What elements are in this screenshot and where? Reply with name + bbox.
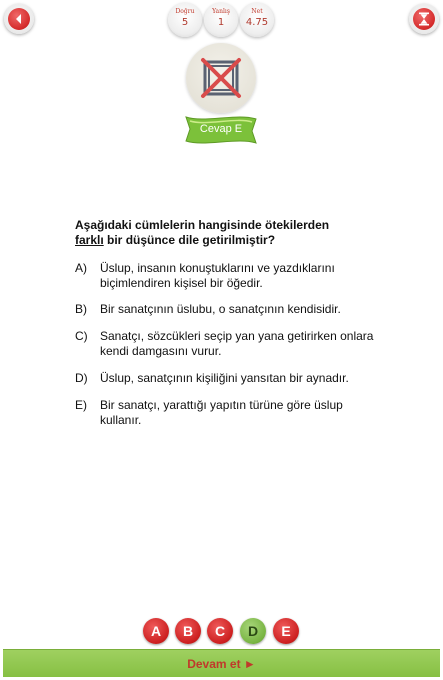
correct-label: Doğru	[175, 8, 195, 15]
option-letter: A)	[75, 261, 87, 275]
hourglass-icon	[413, 8, 435, 30]
net-score-badge: Net 4.75	[240, 3, 274, 37]
question-part2: bir düşünce dile getirilmiştir?	[103, 233, 276, 247]
option-d: D) Üslup, sanatçının kişiliğini yansıtan…	[75, 371, 375, 386]
wrong-cross-icon	[201, 58, 241, 98]
answer-button-b[interactable]: B	[175, 618, 201, 644]
result-badge	[186, 43, 256, 113]
back-arrow-icon	[8, 8, 30, 30]
question-text: Aşağıdaki cümlelerin hangisinde ötekiler…	[75, 218, 375, 248]
option-b: B) Bir sanatçının üslubu, o sanatçının k…	[75, 302, 375, 317]
question-part1: Aşağıdaki cümlelerin hangisinde ötekiler…	[75, 218, 330, 232]
option-e: E) Bir sanatçı, yarattığı yapıtın türüne…	[75, 398, 375, 428]
option-letter: E)	[75, 398, 87, 412]
wrong-value: 1	[217, 17, 225, 28]
option-text: Üslup, insanın konuştuklarını ve yazdıkl…	[100, 261, 335, 290]
option-text: Bir sanatçı, yarattığı yapıtın türüne gö…	[100, 398, 343, 427]
option-letter: C)	[75, 329, 88, 343]
question-underlined-word: farklı	[75, 233, 104, 247]
answer-button-a[interactable]: A	[143, 618, 169, 644]
answer-button-c[interactable]: C	[207, 618, 233, 644]
option-letter: B)	[75, 302, 87, 316]
net-value: 4.75	[245, 17, 269, 28]
correct-answer-label: Cevap E	[199, 123, 243, 135]
option-text: Bir sanatçının üslubu, o sanatçının kend…	[100, 302, 341, 316]
correct-answer-ribbon: Cevap E	[184, 115, 258, 147]
wrong-label: Yanlış	[212, 8, 230, 15]
answer-button-e[interactable]: E	[273, 618, 299, 644]
net-label: Net	[251, 8, 263, 15]
option-c: C) Sanatçı, sözcükleri seçip yan yana ge…	[75, 329, 375, 359]
option-a: A) Üslup, insanın konuştuklarını ve yazd…	[75, 261, 375, 291]
option-text: Üslup, sanatçının kişiliğini yansıtan bi…	[100, 371, 349, 385]
answer-button-d[interactable]: D	[240, 618, 266, 644]
correct-count-badge: Doğru 5	[168, 3, 202, 37]
wrong-count-badge: Yanlış 1	[204, 3, 238, 37]
option-text: Sanatçı, sözcükleri seçip yan yana getir…	[100, 329, 374, 358]
correct-value: 5	[181, 17, 189, 28]
exit-button[interactable]	[409, 4, 439, 34]
option-letter: D)	[75, 371, 88, 385]
continue-button[interactable]: Devam et ►	[3, 649, 440, 677]
back-button[interactable]	[4, 4, 34, 34]
